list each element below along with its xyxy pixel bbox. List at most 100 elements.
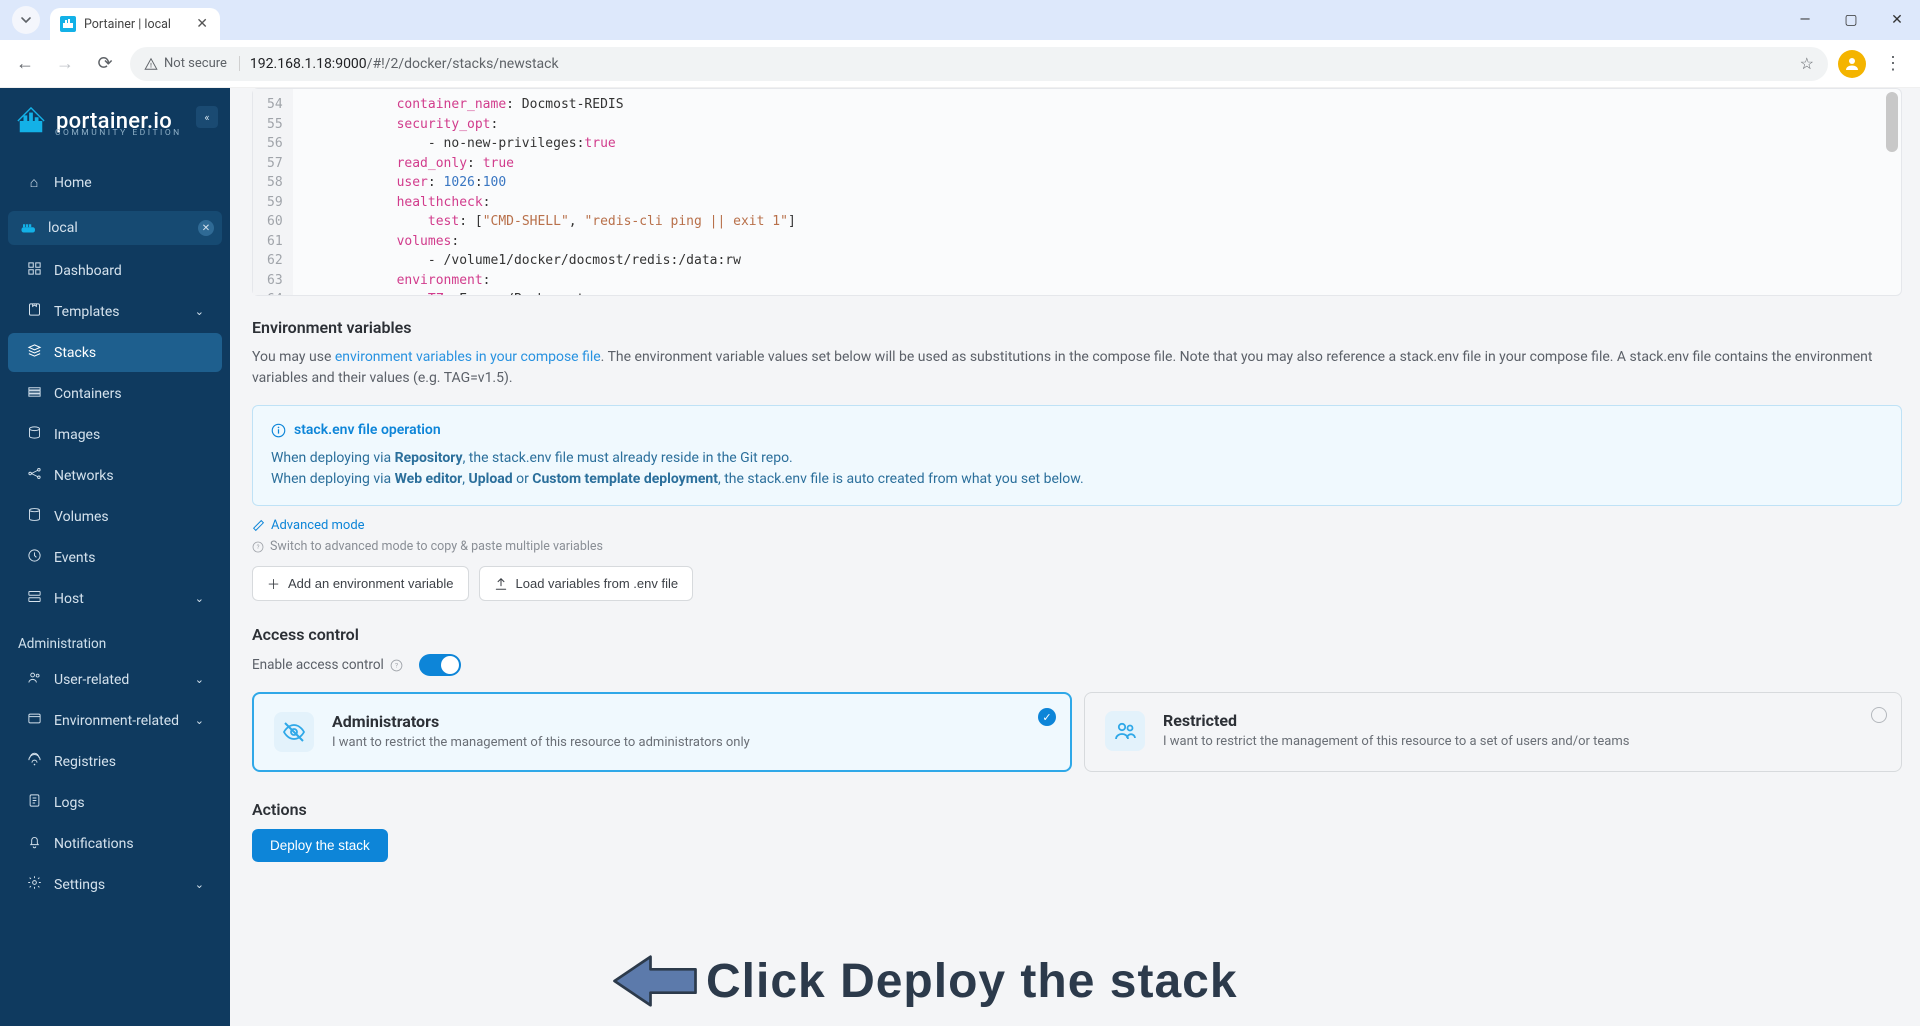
sidebar-item-containers[interactable]: Containers <box>8 374 222 413</box>
browser-menu-button[interactable]: ⋮ <box>1876 53 1910 74</box>
editor-gutter: 545556575859606162636465 <box>253 89 293 295</box>
notifications-icon <box>26 834 42 853</box>
sidebar-item-templates[interactable]: Templates⌄ <box>8 292 222 331</box>
sidebar-item-label: Host <box>54 591 84 607</box>
tutorial-annotation: Click Deploy the stack <box>610 946 1238 1016</box>
sidebar-item-label: Environment-related <box>54 713 179 729</box>
nav-reload-button[interactable]: ⟳ <box>90 49 120 79</box>
sidebar-item-label: User-related <box>54 672 129 688</box>
deploy-stack-button[interactable]: Deploy the stack <box>252 829 388 862</box>
logs-icon <box>26 793 42 812</box>
env-vars-title: Environment variables <box>252 318 1902 337</box>
access-option-restricted[interactable]: Restricted I want to restrict the manage… <box>1084 692 1902 772</box>
dashboard-icon <box>26 261 42 280</box>
plus-icon: ＋ <box>267 574 280 593</box>
brand-row: portainer.io COMMUNITY EDITION « <box>0 88 230 146</box>
load-env-file-button[interactable]: Load variables from .env file <box>479 566 694 601</box>
sidebar-item-settings[interactable]: Settings⌄ <box>8 865 222 904</box>
add-env-var-button[interactable]: ＋ Add an environment variable <box>252 566 469 601</box>
browser-tab[interactable]: Portainer | local ✕ <box>50 8 220 40</box>
url-text: 192.168.1.18:9000/#!/2/docker/stacks/new… <box>250 56 559 72</box>
access-control-toggle[interactable] <box>419 654 461 676</box>
sidebar-item-volumes[interactable]: Volumes <box>8 497 222 536</box>
tab-close-icon[interactable]: ✕ <box>196 16 208 32</box>
svg-text:?: ? <box>257 544 260 551</box>
access-option-administrators[interactable]: Administrators I want to restrict the ma… <box>252 692 1072 772</box>
sidebar-item-notifications[interactable]: Notifications <box>8 824 222 863</box>
advanced-mode-link[interactable]: Advanced mode <box>271 518 365 533</box>
main-content[interactable]: 545556575859606162636465 container_name:… <box>230 88 1920 1026</box>
bookmark-star-icon[interactable]: ☆ <box>1800 54 1814 73</box>
option-title: Restricted <box>1163 711 1629 730</box>
nav-back-button[interactable]: ← <box>10 49 40 79</box>
env-vars-description: You may use environment variables in you… <box>252 347 1902 389</box>
not-secure-chip[interactable]: Not secure <box>144 56 240 71</box>
env-vars-docs-link[interactable]: environment variables in your compose fi… <box>335 349 601 365</box>
chevron-down-icon: ⌄ <box>195 878 204 891</box>
sidebar-item-home[interactable]: ⌂ Home <box>8 164 222 201</box>
sidebar-item-logs[interactable]: Logs <box>8 783 222 822</box>
info-box-title: stack.env file operation <box>271 420 1883 442</box>
radio-unselected-icon <box>1871 707 1887 723</box>
browser-tab-strip: Portainer | local ✕ — ▢ ✕ <box>0 0 1920 40</box>
home-icon: ⌂ <box>26 174 42 191</box>
window-close-button[interactable]: ✕ <box>1874 0 1920 40</box>
info-line-2: When deploying via Web editor, Upload or… <box>271 469 1883 491</box>
chevron-down-icon: ⌄ <box>195 673 204 686</box>
help-icon[interactable]: ? <box>390 659 403 672</box>
sidebar-item-label: Templates <box>54 304 120 320</box>
svg-text:?: ? <box>395 662 398 670</box>
sidebar-item-label: Stacks <box>54 345 96 361</box>
volumes-icon <box>26 507 42 526</box>
sidebar-item-environment-related[interactable]: Environment-related ⌄ <box>8 701 222 740</box>
sidebar-item-dashboard[interactable]: Dashboard <box>8 251 222 290</box>
chevron-down-icon: ⌄ <box>195 714 204 727</box>
editor-scrollbar-thumb[interactable] <box>1886 92 1898 152</box>
sidebar-item-label: Volumes <box>54 509 109 525</box>
editor-code[interactable]: container_name: Docmost-REDIS security_o… <box>293 89 1901 295</box>
brand-subtext: COMMUNITY EDITION <box>55 128 182 138</box>
sidebar-item-label: Containers <box>54 386 122 402</box>
window-minimize-button[interactable]: — <box>1782 0 1828 40</box>
nav-forward-button[interactable]: → <box>50 49 80 79</box>
window-maximize-button[interactable]: ▢ <box>1828 0 1874 40</box>
containers-icon <box>26 384 42 403</box>
advanced-mode-row[interactable]: Advanced mode <box>252 518 1902 533</box>
editor-scrollbar[interactable] <box>1886 92 1898 292</box>
sidebar-item-images[interactable]: Images <box>8 415 222 454</box>
tab-title: Portainer | local <box>84 17 171 32</box>
tab-search-button[interactable] <box>12 6 40 34</box>
sidebar: portainer.io COMMUNITY EDITION « ⌂ Home … <box>0 88 230 1026</box>
settings-icon <box>26 875 42 894</box>
profile-avatar[interactable] <box>1838 50 1866 78</box>
stackenv-info-box: stack.env file operation When deploying … <box>252 405 1902 506</box>
sidebar-item-label: Notifications <box>54 836 134 852</box>
address-bar[interactable]: Not secure 192.168.1.18:9000/#!/2/docker… <box>130 47 1828 81</box>
sidebar-item-label: Home <box>54 175 92 191</box>
sidebar-item-networks[interactable]: Networks <box>8 456 222 495</box>
annotation-text: Click Deploy the stack <box>706 954 1238 1009</box>
window-controls: — ▢ ✕ <box>1782 0 1920 40</box>
sidebar-item-registries[interactable]: Registries <box>8 742 222 781</box>
environment-header[interactable]: local ✕ <box>8 211 222 245</box>
not-secure-label: Not secure <box>164 56 227 71</box>
registries-icon <box>26 752 42 771</box>
edit-icon <box>252 519 265 532</box>
sidebar-item-user-related[interactable]: User-related ⌄ <box>8 660 222 699</box>
actions-title: Actions <box>252 800 1902 819</box>
warning-icon <box>144 57 158 71</box>
host-icon <box>26 589 42 608</box>
sidebar-item-label: Dashboard <box>54 263 122 279</box>
selected-check-icon: ✓ <box>1038 708 1056 726</box>
sidebar-item-stacks[interactable]: Stacks <box>8 333 222 372</box>
environment-close-icon[interactable]: ✕ <box>198 220 214 236</box>
sidebar-item-host[interactable]: Host ⌄ <box>8 579 222 618</box>
users-icon <box>26 670 42 689</box>
templates-icon <box>26 302 42 321</box>
compose-editor[interactable]: 545556575859606162636465 container_name:… <box>252 88 1902 296</box>
sidebar-collapse-button[interactable]: « <box>196 106 218 128</box>
sidebar-item-events[interactable]: Events <box>8 538 222 577</box>
chevron-down-icon: ⌄ <box>195 592 204 605</box>
sidebar-item-label: Registries <box>54 754 116 770</box>
portainer-logo-icon <box>16 106 46 136</box>
